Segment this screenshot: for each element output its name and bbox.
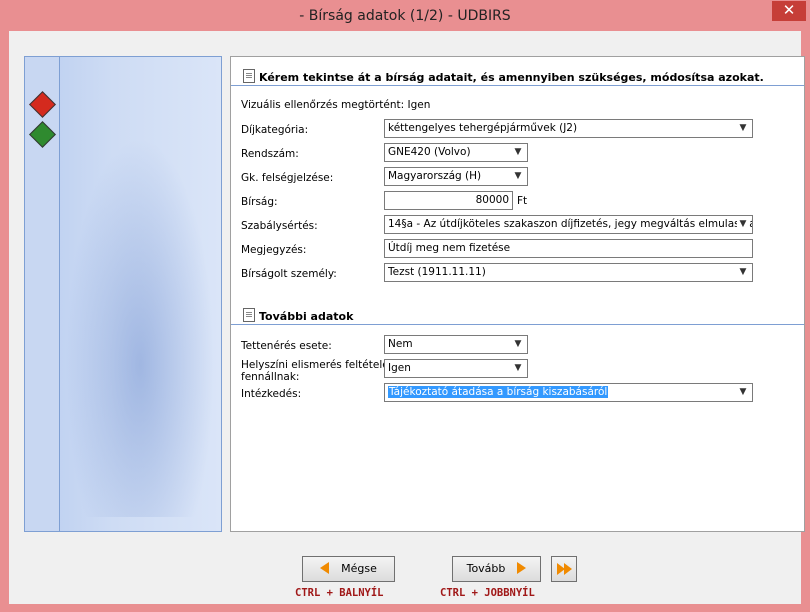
megjegyzes-label: Megjegyzés: [241, 244, 307, 256]
chevron-down-icon: ▼ [737, 120, 749, 137]
szabalysertes-select[interactable]: 14§a - Az útdíjköteles szakaszon díjfize… [384, 215, 753, 234]
chevron-down-icon: ▼ [512, 168, 524, 185]
currency-unit: Ft [517, 195, 528, 207]
fast-forward-icon-part [564, 563, 572, 575]
felsegjelzes-select[interactable]: Magyarország (H) ▼ [384, 167, 528, 186]
szabalysertes-label: Szabálysértés: [241, 220, 318, 232]
intezkedes-value: Tájékoztató átadása a bírság kiszabásáró… [388, 386, 609, 398]
felsegjelzes-value: Magyarország (H) [388, 170, 482, 182]
helyszini-value: Igen [388, 362, 411, 374]
section-review-header: Kérem tekintse át a bírság adatait, és a… [243, 69, 764, 84]
chevron-down-icon: ▼ [737, 216, 749, 233]
next-button[interactable]: Tovább [452, 556, 541, 582]
main-panel: Kérem tekintse át a bírság adatait, és a… [230, 56, 805, 532]
chevron-down-icon: ▼ [737, 384, 749, 401]
rendszam-select[interactable]: GNE420 (Volvo) ▼ [384, 143, 528, 162]
arrow-right-icon [517, 562, 527, 574]
divider [231, 324, 804, 325]
divider [231, 85, 804, 86]
felsegjelzes-label: Gk. felségjelzése: [241, 172, 334, 184]
chevron-down-icon: ▼ [512, 144, 524, 161]
tettenres-select[interactable]: Nem ▼ [384, 335, 528, 354]
helyszini-select[interactable]: Igen ▼ [384, 359, 528, 378]
tettenres-label: Tettenérés esete: [241, 340, 332, 352]
megjegyzes-input[interactable]: Útdíj meg nem fizetése [384, 239, 753, 258]
helyszini-label-line1: Helyszíni elismerés feltételei [241, 359, 392, 371]
birsagolt-szemely-select[interactable]: Tezst (1911.11.11) ▼ [384, 263, 753, 282]
next-shortcut-hint: CTRL + JOBBNYÍL [440, 587, 535, 599]
title-bar: - Bírság adatok (1/2) - UDBIRS ✕ [0, 0, 810, 31]
side-decoration-panel [24, 56, 222, 532]
birsagolt-szemely-label: Bírságolt személy: [241, 268, 337, 280]
rendszam-label: Rendszám: [241, 148, 299, 160]
document-icon [243, 308, 255, 322]
birsag-label: Bírság: [241, 196, 278, 208]
document-icon [243, 69, 255, 83]
intezkedes-select[interactable]: Tájékoztató átadása a bírság kiszabásáró… [384, 383, 753, 402]
next-button-label: Tovább [466, 562, 506, 575]
close-button[interactable]: ✕ [772, 1, 806, 21]
section-more-title: További adatok [259, 310, 354, 323]
dijkategoria-value: kéttengelyes tehergépjárművek (J2) [388, 122, 578, 134]
app-window: - Bírság adatok (1/2) - UDBIRS ✕ Kérem t… [0, 0, 810, 612]
cancel-button[interactable]: Mégse [302, 556, 395, 582]
birsagolt-szemely-value: Tezst (1911.11.11) [388, 266, 486, 278]
szabalysertes-value: 14§a - Az útdíjköteles szakaszon díjfize… [388, 218, 753, 230]
fast-forward-button[interactable] [551, 556, 577, 582]
chevron-down-icon: ▼ [512, 336, 524, 353]
window-title: - Bírság adatok (1/2) - UDBIRS [299, 8, 511, 24]
visual-check-text: Vizuális ellenőrzés megtörtént: Igen [241, 99, 431, 111]
section-more-header: További adatok [243, 308, 353, 323]
section-review-title: Kérem tekintse át a bírság adatait, és a… [259, 71, 764, 84]
chevron-down-icon: ▼ [512, 360, 524, 377]
cancel-shortcut-hint: CTRL + BALNYÍL [295, 587, 384, 599]
chevron-down-icon: ▼ [737, 264, 749, 281]
background-illustration [65, 137, 215, 517]
intezkedes-label: Intézkedés: [241, 388, 302, 400]
helyszini-label-line2: fennállnak: [241, 371, 300, 383]
arrow-left-icon [320, 562, 330, 574]
rendszam-value: GNE420 (Volvo) [388, 146, 471, 158]
dijkategoria-label: Díjkategória: [241, 124, 309, 136]
birsag-input[interactable]: 80000 [384, 191, 513, 210]
cancel-button-label: Mégse [341, 562, 377, 575]
tettenres-value: Nem [388, 338, 413, 350]
dijkategoria-select[interactable]: kéttengelyes tehergépjárművek (J2) ▼ [384, 119, 753, 138]
